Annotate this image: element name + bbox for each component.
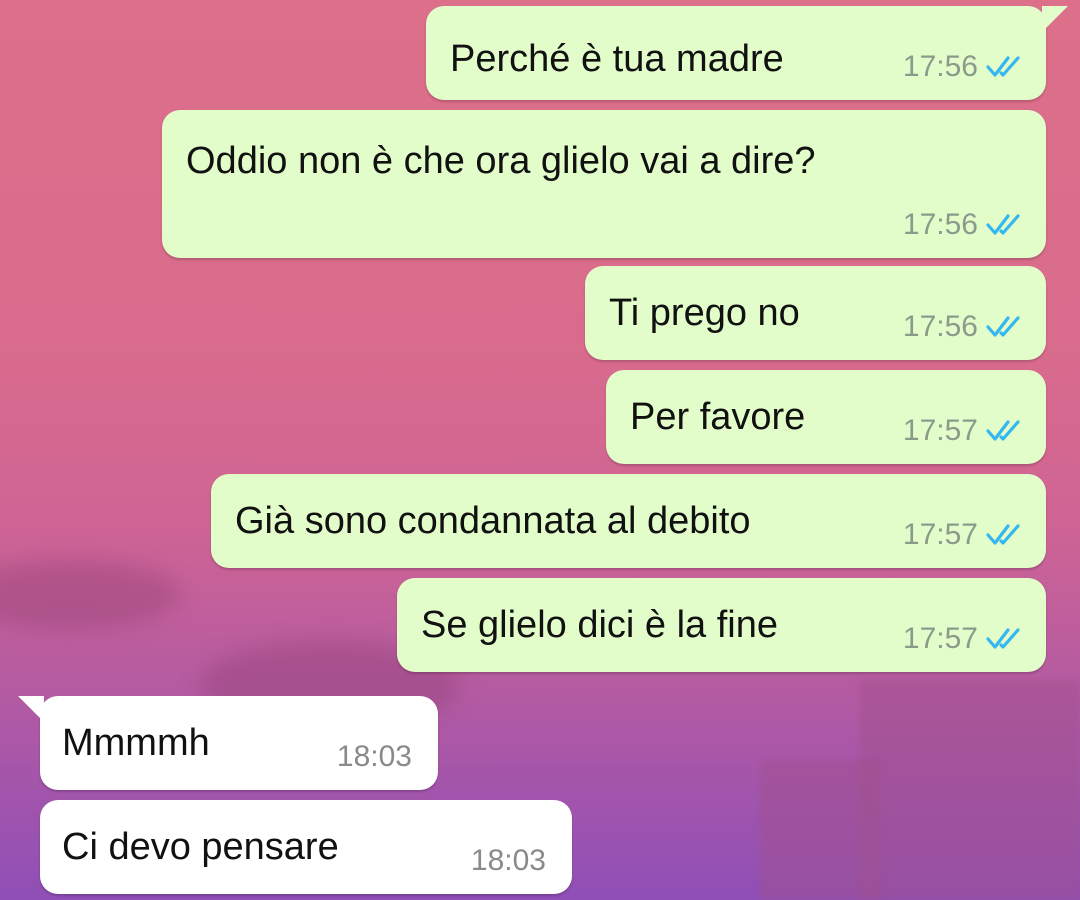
double-check-read-icon (986, 628, 1020, 649)
message-text: Ci devo pensare (62, 826, 339, 868)
message-time: 17:57 (902, 518, 978, 551)
incoming-message[interactable]: Ci devo pensare 18:03 (40, 800, 572, 894)
message-time: 17:56 (902, 310, 978, 343)
message-meta: 17:57 (903, 624, 1024, 654)
message-meta: 17:56 (903, 52, 1024, 82)
incoming-message[interactable]: Mmmmh 18:03 (18, 696, 438, 790)
message-text: Ti prego no (609, 292, 800, 334)
double-check-read-icon (986, 524, 1020, 545)
message-meta: 17:56 (903, 312, 1024, 342)
outgoing-message[interactable]: Già sono condannata al debito 17:57 (211, 474, 1046, 568)
message-text: Oddio non è che ora glielo vai a dire? (186, 140, 816, 182)
message-meta: 17:57 (903, 520, 1024, 550)
message-time: 17:57 (902, 414, 978, 447)
message-list[interactable]: Perché è tua madre 17:56 Oddio non è che… (0, 0, 1080, 900)
outgoing-message[interactable]: Se glielo dici è la fine 17:57 (397, 578, 1046, 672)
message-time: 18:03 (470, 844, 546, 877)
message-text: Se glielo dici è la fine (421, 604, 778, 646)
message-text: Mmmmh (62, 722, 210, 764)
message-meta: 18:03 (337, 742, 412, 772)
message-time: 17:57 (902, 622, 978, 655)
message-meta: 17:57 (903, 416, 1024, 446)
outgoing-message[interactable]: Oddio non è che ora glielo vai a dire? 1… (162, 110, 1046, 258)
message-meta: 17:56 (903, 210, 1024, 240)
bubble-tail (18, 696, 44, 722)
bubble-tail (1042, 6, 1068, 32)
message-meta: 18:03 (471, 846, 546, 876)
message-time: 18:03 (336, 740, 412, 773)
message-text: Già sono condannata al debito (235, 500, 751, 542)
outgoing-message[interactable]: Perché è tua madre 17:56 (426, 6, 1068, 100)
message-text: Perché è tua madre (450, 38, 784, 80)
double-check-read-icon (986, 420, 1020, 441)
outgoing-message[interactable]: Ti prego no 17:56 (585, 266, 1046, 360)
message-text: Per favore (630, 396, 806, 438)
message-time: 17:56 (902, 50, 978, 83)
outgoing-message[interactable]: Per favore 17:57 (606, 370, 1046, 464)
message-time: 17:56 (902, 208, 978, 241)
double-check-read-icon (986, 316, 1020, 337)
double-check-read-icon (986, 56, 1020, 77)
double-check-read-icon (986, 214, 1020, 235)
